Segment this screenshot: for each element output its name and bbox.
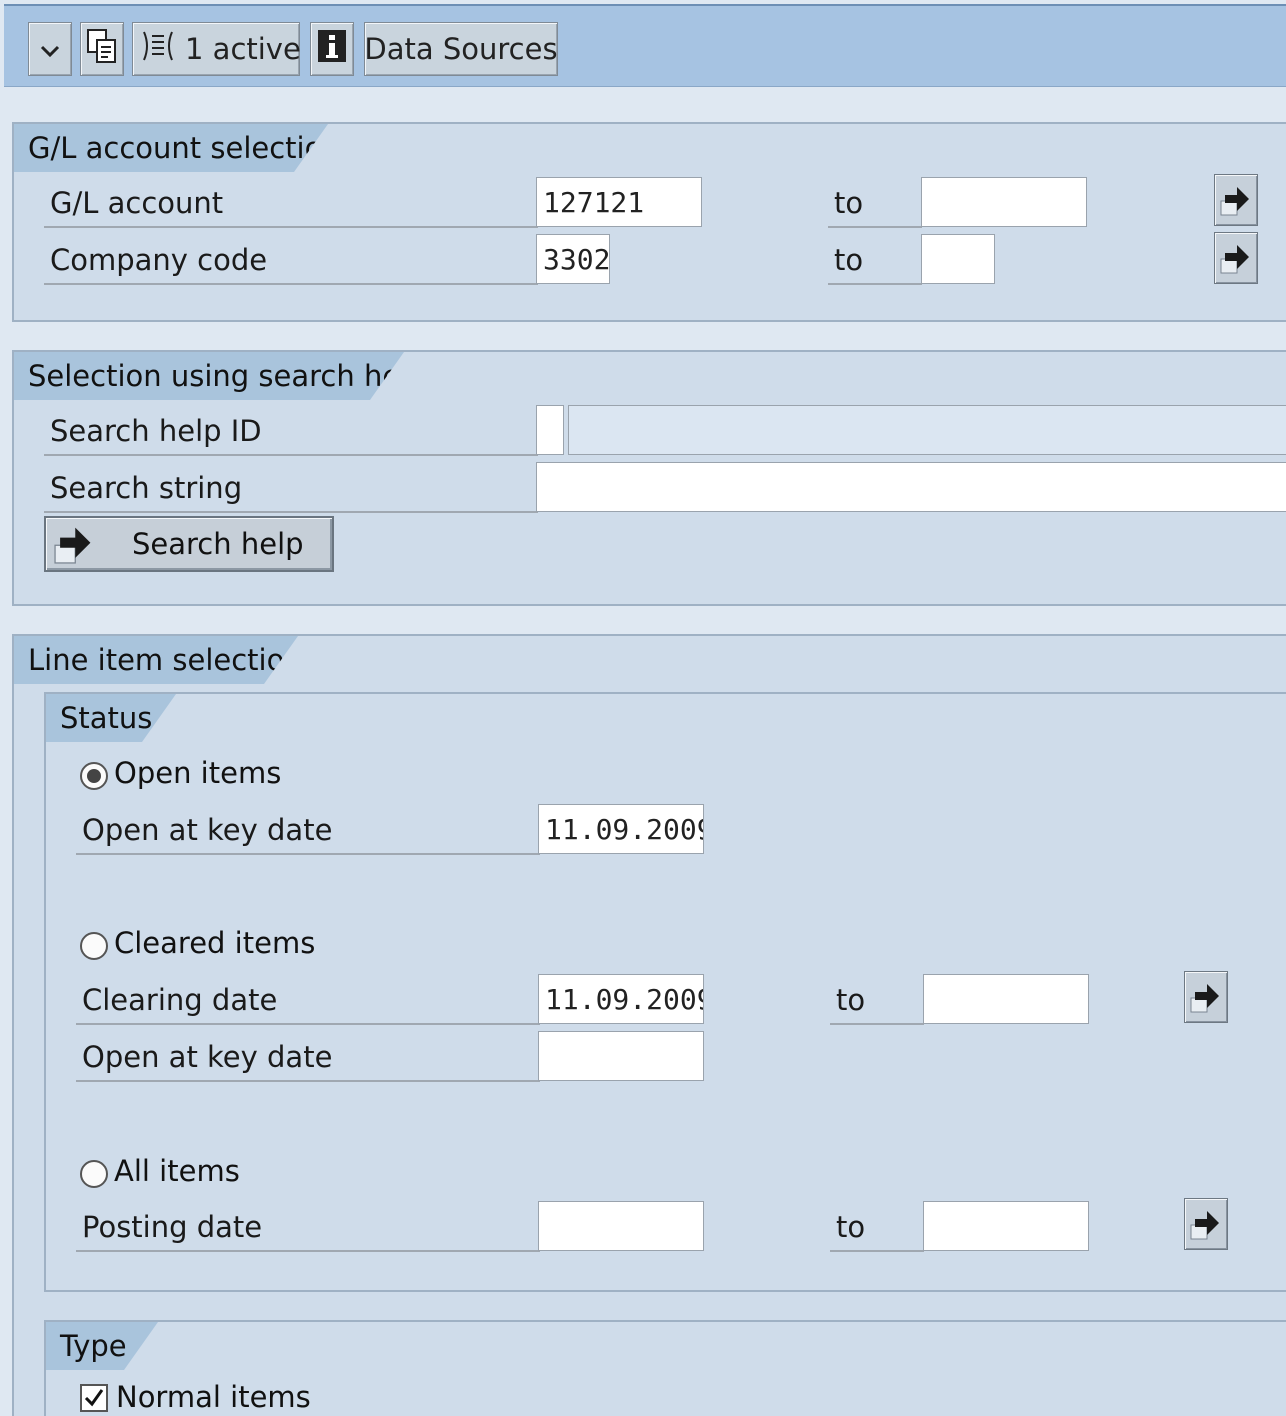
multiple-selection-arrow-icon [54, 527, 91, 564]
checkmark-icon [84, 1389, 104, 1407]
selection-screen: 1 active Data Sources G/L account select… [0, 0, 1286, 1416]
gl-account-to-input[interactable] [921, 177, 1087, 227]
cleared-open-key-date-input[interactable] [538, 1031, 704, 1081]
cleared-items-label: Cleared items [114, 926, 316, 960]
posting-date-multiple-selection-button[interactable] [1184, 1198, 1228, 1250]
information-button[interactable] [310, 22, 354, 76]
multiple-selection-arrow-icon [1190, 984, 1219, 1013]
data-sources-button[interactable]: Data Sources [364, 22, 558, 76]
search-help-id-label: Search help ID [44, 407, 538, 456]
open-items-radio[interactable] [80, 762, 108, 790]
status-title: Status [46, 694, 176, 742]
search-help-id-input[interactable] [536, 405, 564, 455]
posting-date-from-input[interactable] [538, 1201, 704, 1251]
active-count-label: 1 active [185, 32, 301, 66]
info-icon [317, 29, 347, 70]
dropdown-arrow-icon [38, 32, 62, 66]
all-items-radio[interactable] [80, 1160, 108, 1188]
status-group: Status Open items Open at key date 11.09… [44, 692, 1286, 1292]
get-variant-button[interactable] [80, 22, 124, 76]
normal-items-label: Normal items [116, 1380, 311, 1414]
open-items-label: Open items [114, 756, 282, 790]
dynamic-selections-icon [141, 28, 175, 71]
cleared-open-key-date-label: Open at key date [76, 1033, 540, 1082]
company-code-multiple-selection-button[interactable] [1214, 232, 1258, 284]
company-code-to-label: to [828, 236, 922, 285]
company-code-from-input[interactable]: 3302 [536, 234, 610, 284]
clearing-date-label: Clearing date [76, 976, 540, 1025]
application-toolbar: 1 active Data Sources [4, 4, 1286, 87]
gl-account-selection-group: G/L account selection G/L account 127121… [12, 122, 1286, 322]
normal-items-checkbox[interactable] [80, 1384, 108, 1412]
multiple-selection-arrow-icon [1220, 187, 1249, 216]
company-code-to-input[interactable] [921, 234, 995, 284]
data-sources-label: Data Sources [364, 32, 558, 66]
open-key-date-label: Open at key date [76, 806, 540, 855]
multiple-selection-arrow-icon [1190, 1211, 1219, 1240]
all-items-label: All items [114, 1154, 240, 1188]
search-string-input[interactable] [536, 462, 1286, 512]
cleared-items-radio[interactable] [80, 932, 108, 960]
posting-date-to-input[interactable] [923, 1201, 1089, 1251]
clearing-date-from-input[interactable]: 11.09.2009 [538, 974, 704, 1024]
gl-account-selection-title: G/L account selection [14, 124, 328, 172]
search-help-id-description [568, 405, 1286, 455]
clearing-date-multiple-selection-button[interactable] [1184, 971, 1228, 1023]
company-code-label: Company code [44, 236, 538, 285]
posting-date-to-label: to [830, 1203, 924, 1252]
gl-account-multiple-selection-button[interactable] [1214, 174, 1258, 226]
search-string-label: Search string [44, 464, 538, 513]
gl-account-label: G/L account [44, 179, 538, 228]
line-item-selection-group: Line item selection Status Open items Op… [12, 634, 1286, 1416]
search-help-selection-title: Selection using search help [14, 352, 404, 400]
search-help-button[interactable]: Search help [44, 516, 334, 572]
type-group: Type Normal items [44, 1320, 1286, 1416]
gl-account-to-label: to [828, 179, 922, 228]
line-item-selection-title: Line item selection [14, 636, 298, 684]
open-key-date-input[interactable]: 11.09.2009 [538, 804, 704, 854]
dynamic-selections-button[interactable]: 1 active [132, 22, 301, 76]
type-title: Type [46, 1322, 158, 1370]
search-help-button-label: Search help [132, 527, 304, 561]
posting-date-label: Posting date [76, 1203, 540, 1252]
multiple-selection-arrow-icon [1220, 245, 1249, 274]
copy-variant-icon [86, 27, 118, 72]
search-help-selection-group: Selection using search help Search help … [12, 350, 1286, 606]
clearing-date-to-input[interactable] [923, 974, 1089, 1024]
gl-account-from-input[interactable]: 127121 [536, 177, 702, 227]
expand-toolbar-button[interactable] [28, 22, 72, 76]
clearing-date-to-label: to [830, 976, 924, 1025]
